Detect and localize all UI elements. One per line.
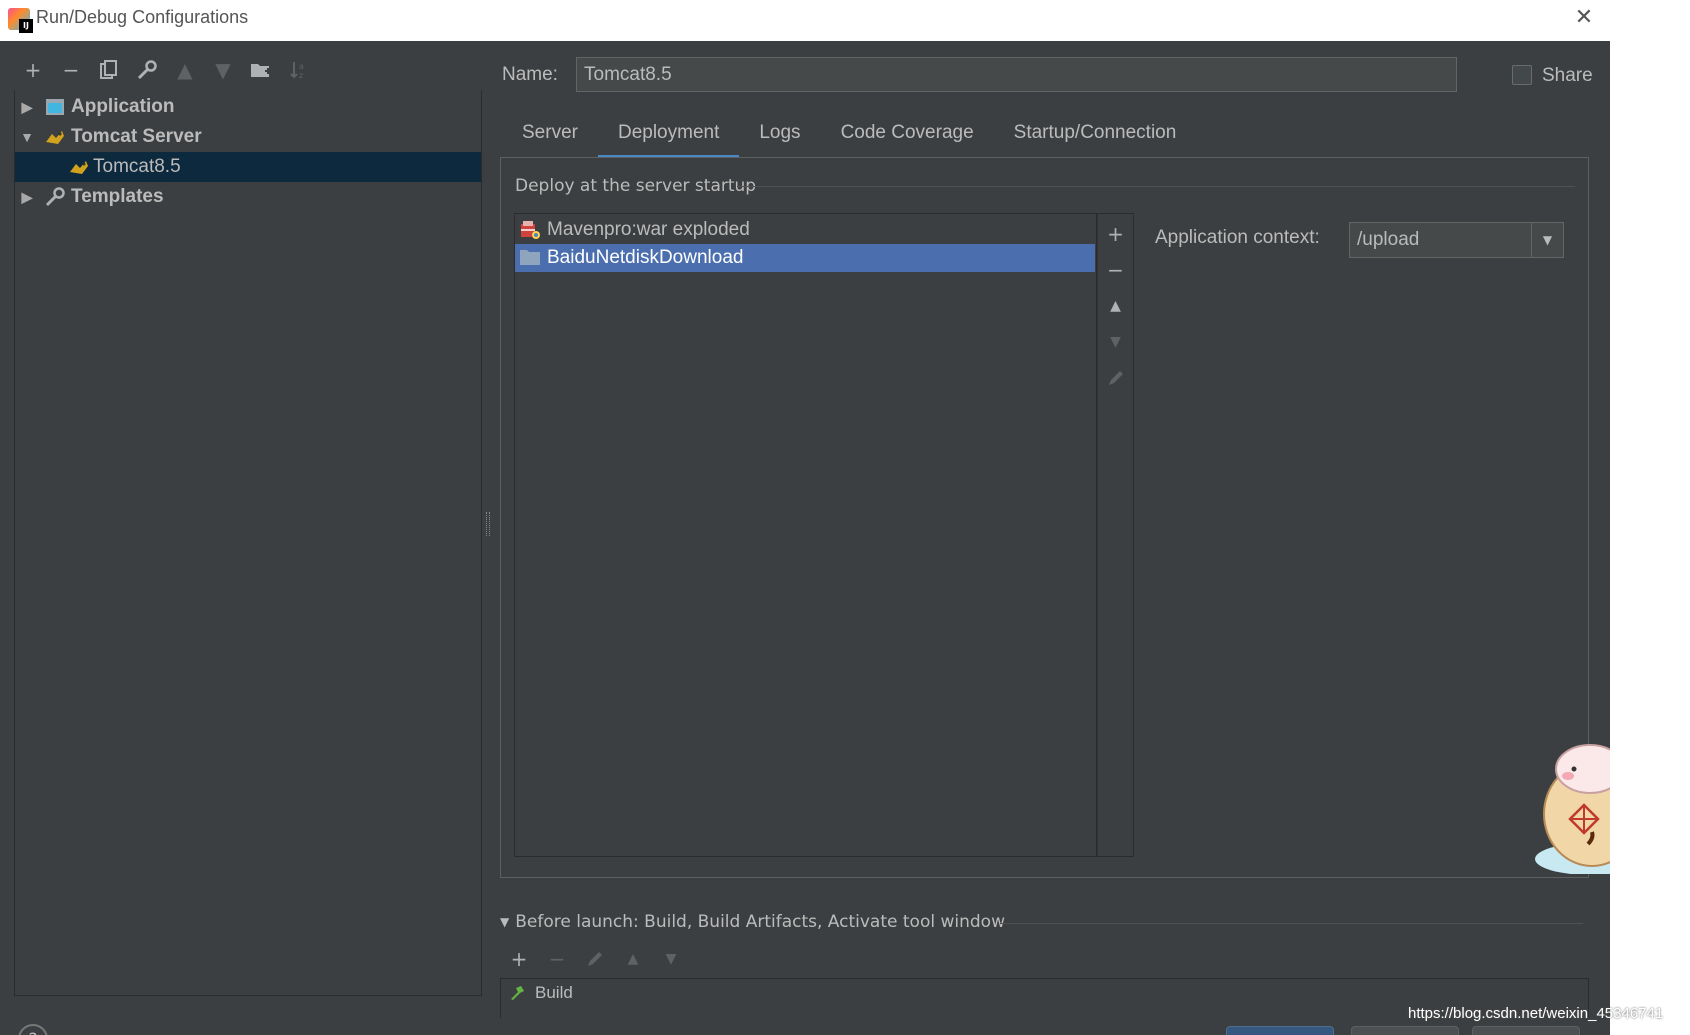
splitter-handle[interactable]: [486, 512, 490, 536]
expand-arrow-icon[interactable]: ▶: [19, 99, 35, 116]
move-down-icon[interactable]: ▼: [652, 943, 690, 975]
new-folder-icon[interactable]: [242, 54, 280, 86]
deploy-item-baidunetdisk[interactable]: BaiduNetdiskDownload: [515, 244, 1095, 272]
mascot-sticker-image: [1530, 724, 1610, 874]
cancel-button[interactable]: Cancel: [1351, 1026, 1459, 1035]
svg-text:a: a: [299, 62, 304, 71]
sort-icon[interactable]: az: [280, 54, 318, 86]
name-input[interactable]: [576, 57, 1457, 92]
share-checkbox[interactable]: [1512, 65, 1532, 85]
tree-item-templates[interactable]: ▶ Templates: [15, 182, 481, 212]
tomcat-icon: [67, 156, 91, 178]
tree-item-label: Templates: [71, 186, 164, 207]
remove-icon[interactable]: −: [538, 943, 576, 975]
section-divider: [737, 186, 1575, 187]
deploy-actions: + − ▲ ▼: [1097, 213, 1134, 857]
tomcat-icon: [43, 126, 67, 148]
deploy-item-label: Mavenpro:war exploded: [547, 219, 750, 240]
before-launch-item[interactable]: Build: [509, 983, 573, 1003]
deploy-list: Mavenpro:war exploded BaiduNetdiskDownlo…: [514, 213, 1097, 857]
background-area: [1610, 0, 1690, 1035]
section-divider: [1000, 923, 1583, 924]
tab-startup-connection[interactable]: Startup/Connection: [994, 108, 1197, 158]
svg-text:z: z: [299, 71, 303, 80]
title-bar: IJ Run/Debug Configurations ✕: [0, 0, 1610, 41]
deploy-item-label: BaiduNetdiskDownload: [547, 247, 744, 268]
watermark-text: https://blog.csdn.net/weixin_45346741: [1408, 1005, 1664, 1022]
tab-code-coverage[interactable]: Code Coverage: [821, 108, 994, 158]
expand-arrow-icon[interactable]: ▶: [19, 189, 35, 206]
wrench-icon[interactable]: [128, 54, 166, 86]
deployment-panel: Deploy at the server startup Mavenpro:wa…: [500, 157, 1589, 878]
tab-logs[interactable]: Logs: [739, 108, 820, 158]
config-toolbar: + − ▲ ▼ az: [14, 52, 318, 88]
help-button[interactable]: ?: [18, 1024, 48, 1035]
window-title: Run/Debug Configurations: [36, 7, 249, 27]
dialog-button-bar: ? OK Cancel Apply: [0, 1018, 1610, 1035]
collapse-arrow-icon[interactable]: ▼: [500, 915, 509, 929]
config-tabs: Server Deployment Logs Code Coverage Sta…: [502, 108, 1196, 158]
application-icon: [43, 96, 67, 118]
remove-icon[interactable]: −: [1098, 252, 1133, 288]
artifact-icon: [519, 220, 541, 240]
move-up-icon[interactable]: ▲: [614, 943, 652, 975]
deploy-section-title: Deploy at the server startup: [515, 176, 757, 196]
chevron-down-icon[interactable]: ▼: [1531, 223, 1563, 257]
before-launch-toolbar: + − ▲ ▼: [500, 943, 690, 975]
share-label[interactable]: Share: [1542, 65, 1593, 87]
ok-button[interactable]: OK: [1226, 1026, 1334, 1035]
move-down-icon[interactable]: ▼: [1098, 324, 1133, 360]
add-icon[interactable]: +: [14, 54, 52, 86]
before-launch-title: Before launch: Build, Build Artifacts, A…: [515, 912, 1005, 932]
apply-button[interactable]: Apply: [1472, 1026, 1580, 1035]
tree-item-tomcat-server[interactable]: ▼ Tomcat Server: [15, 122, 481, 152]
move-up-icon[interactable]: ▲: [166, 54, 204, 86]
edit-icon[interactable]: [1098, 360, 1133, 396]
edit-icon[interactable]: [576, 943, 614, 975]
config-tree: ▶ Application ▼ Tomcat Server Tomcat8.5 …: [14, 90, 482, 996]
application-context-value[interactable]: /upload: [1357, 229, 1419, 251]
before-launch-item-label: Build: [535, 983, 573, 1002]
deploy-item-mavenpro[interactable]: Mavenpro:war exploded: [515, 216, 1095, 244]
application-context-combo[interactable]: /upload ▼: [1349, 222, 1564, 258]
run-debug-dialog: IJ Run/Debug Configurations ✕ + − ▲ ▼ az…: [0, 0, 1610, 1035]
tree-item-tomcat85[interactable]: Tomcat8.5: [15, 152, 481, 182]
tree-item-application[interactable]: ▶ Application: [15, 92, 481, 122]
copy-icon[interactable]: [90, 54, 128, 86]
tab-deployment[interactable]: Deployment: [597, 108, 740, 158]
intellij-logo-icon: IJ: [8, 8, 33, 33]
tab-server[interactable]: Server: [502, 108, 598, 158]
tree-item-label: Tomcat8.5: [93, 156, 181, 177]
collapse-arrow-icon[interactable]: ▼: [19, 129, 35, 145]
tree-item-label: Tomcat Server: [71, 126, 202, 147]
name-label: Name:: [502, 64, 558, 85]
close-button[interactable]: ✕: [1572, 6, 1596, 30]
add-icon[interactable]: +: [500, 943, 538, 975]
remove-icon[interactable]: −: [52, 54, 90, 86]
tree-item-label: Application: [71, 96, 175, 117]
add-icon[interactable]: +: [1098, 216, 1133, 252]
before-launch-header[interactable]: ▼ Before launch: Build, Build Artifacts,…: [500, 912, 1005, 932]
folder-icon: [519, 248, 541, 268]
move-up-icon[interactable]: ▲: [1098, 288, 1133, 324]
move-down-icon[interactable]: ▼: [204, 54, 242, 86]
build-icon: [509, 985, 525, 1001]
application-context-label: Application context:: [1155, 227, 1320, 248]
wrench-icon: [43, 186, 67, 208]
